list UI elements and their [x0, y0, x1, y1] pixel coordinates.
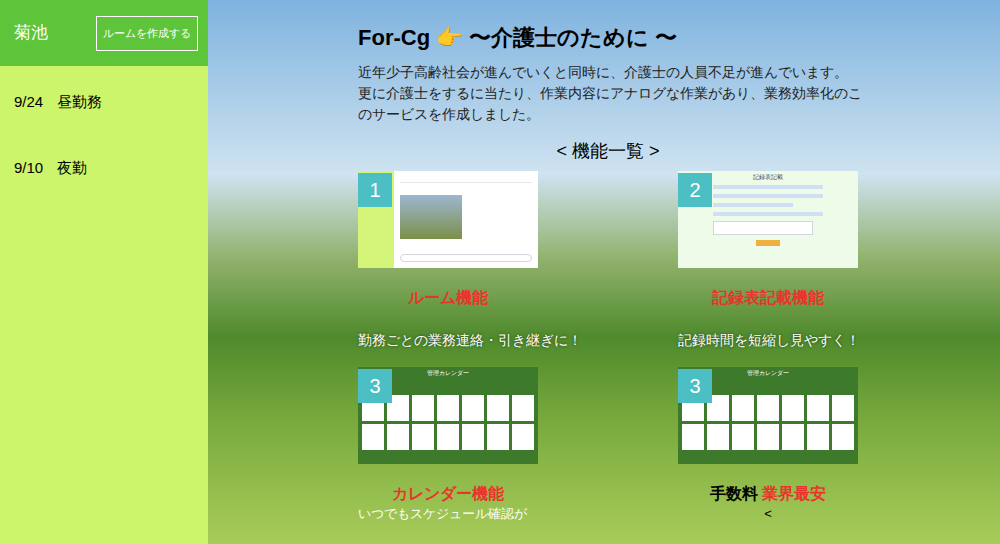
room-item[interactable]: 9/24昼勤務 [0, 80, 208, 124]
page-title: For-Cg 👉 〜介護士のために 〜 [358, 24, 1000, 52]
room-item[interactable]: 9/10夜勤 [0, 146, 208, 190]
feature-label: ルーム機能 [358, 288, 538, 308]
feature-number: 1 [358, 173, 392, 207]
feature-card: 1 ルーム機能勤務ごとの業務連絡・引き継ぎに！ [358, 171, 538, 350]
features-row: 1 ルーム機能勤務ごとの業務連絡・引き継ぎに！ 記録表記載2 記録表記載機能記録時間を… [358, 171, 1000, 350]
feature-screenshot: 記録表記載2 [678, 171, 858, 268]
features-row: 管理カレンダー3 カレンダー機能 管理カレンダー3 手数料 業界最安 [358, 367, 1000, 504]
app: 菊池ルームを作成する9/24昼勤務9/10夜勤For-Cg 👉 〜介護士のために… [0, 0, 1000, 544]
feature-number: 3 [678, 369, 712, 403]
user-name: 菊池 [14, 20, 48, 46]
sidebar-header: 菊池 ルームを作成する [0, 0, 208, 66]
create-room-button[interactable]: ルームを作成する [96, 16, 198, 51]
bottom-text: いつでもスケジュール確認が [358, 506, 538, 522]
feature-description: 記録時間を短縮し見やすく！ [678, 330, 858, 350]
feature-screenshot: 管理カレンダー3 [678, 367, 858, 464]
feature-label: 手数料 業界最安 [678, 484, 858, 504]
feature-card: 管理カレンダー3 手数料 業界最安 [678, 367, 858, 504]
feature-screenshot: 管理カレンダー3 [358, 367, 538, 464]
feature-label: 記録表記載機能 [678, 288, 858, 308]
feature-screenshot: 1 [358, 171, 538, 268]
feature-card: 記録表記載2 記録表記載機能記録時間を短縮し見やすく！ [678, 171, 858, 350]
background-photo: For-Cg 👉 〜介護士のために 〜近年少子高齢社会が進んでいくと同時に、介護… [208, 0, 1000, 544]
feature-label: カレンダー機能 [358, 484, 538, 504]
caret: < [678, 506, 858, 522]
feature-description: 勤務ごとの業務連絡・引き継ぎに！ [358, 330, 538, 350]
sidebar: 菊池 ルームを作成する 9/24昼勤務 9/10夜勤 [0, 0, 208, 544]
features-heading: < 機能一覧 > [358, 139, 858, 163]
room-list: 9/24昼勤務 9/10夜勤 [0, 66, 208, 190]
feature-card: 管理カレンダー3 カレンダー機能 [358, 367, 538, 504]
feature-number: 2 [678, 173, 712, 207]
intro-text: 近年少子高齢社会が進んでいくと同時に、介護士の人員不足が進んでいます。更に介護士… [358, 62, 858, 125]
feature-number: 3 [358, 369, 392, 403]
